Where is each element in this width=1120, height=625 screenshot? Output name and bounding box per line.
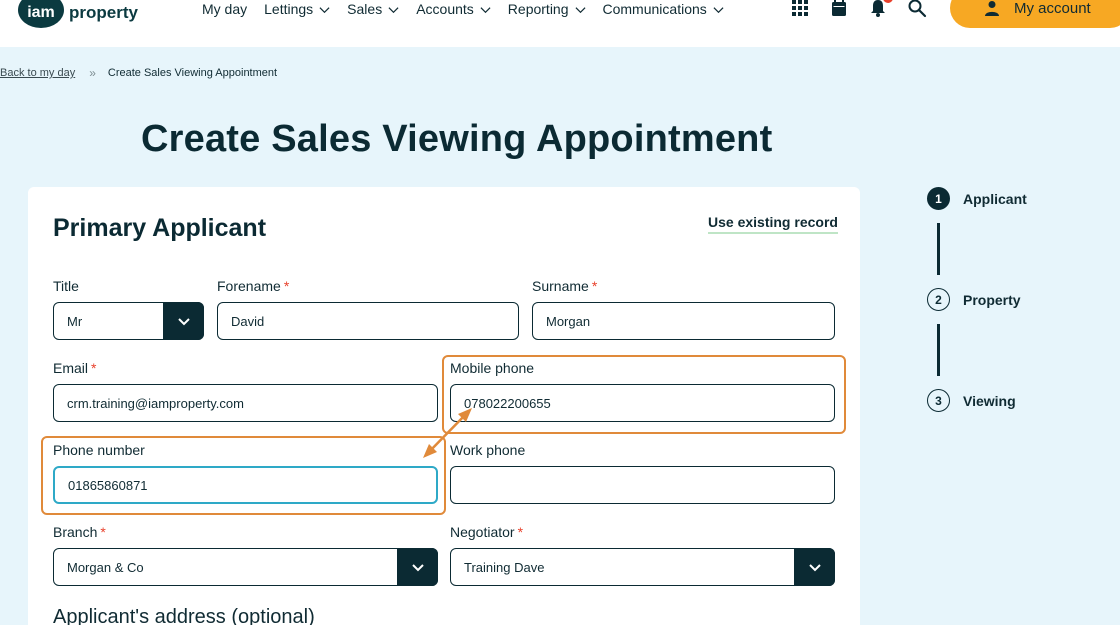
nav-communications[interactable]: Communications — [603, 1, 724, 17]
nav-accounts[interactable]: Accounts — [416, 1, 491, 17]
surname-label: Surname * — [532, 278, 597, 294]
logo-text: property — [69, 3, 138, 22]
negotiator-label-text: Negotiator — [450, 524, 515, 540]
mobile-phone-label-text: Mobile phone — [450, 360, 535, 376]
required-asterisk: * — [283, 278, 290, 294]
required-asterisk: * — [517, 524, 524, 540]
branch-label: Branch * — [53, 524, 106, 540]
title-dropdown-button[interactable] — [163, 302, 204, 340]
negotiator-value: Training Dave — [464, 559, 545, 575]
nav-communications-label: Communications — [602, 1, 707, 17]
chevron-down-icon — [480, 6, 491, 13]
section-title: Primary Applicant — [53, 214, 267, 242]
nav-reporting-label: Reporting — [507, 1, 569, 17]
back-to-my-day-link[interactable]: Back to my day — [0, 67, 75, 79]
step-viewing[interactable]: 3 Viewing — [927, 389, 1016, 412]
phone-number-value: 01865860871 — [68, 477, 148, 493]
chevron-down-icon — [411, 564, 424, 572]
top-navigation-bar: iam property My day Lettings Sales Accou… — [0, 0, 1120, 47]
branch-select[interactable]: Morgan & Co — [53, 548, 438, 586]
nav-reporting[interactable]: Reporting — [508, 1, 586, 17]
nav-my-day-label: My day — [202, 1, 248, 17]
step-number-3: 3 — [927, 389, 950, 412]
negotiator-select[interactable]: Training Dave — [450, 548, 835, 586]
nav-my-day[interactable]: My day — [202, 1, 247, 17]
title-label: Title — [53, 278, 79, 294]
apps-grid-icon[interactable] — [790, 0, 810, 18]
step-label-applicant: Applicant — [963, 190, 1027, 207]
bell-icon[interactable]: 8 — [868, 0, 893, 18]
branch-label-text: Branch — [53, 524, 98, 540]
step-label-viewing: Viewing — [963, 392, 1016, 409]
page-title: Create Sales Viewing Appointment — [141, 118, 773, 160]
branch-dropdown-button[interactable] — [397, 548, 438, 586]
work-phone-label: Work phone — [450, 442, 525, 458]
surname-value: Morgan — [546, 313, 591, 329]
mobile-phone-input[interactable]: 078022200655 — [450, 384, 835, 422]
email-input[interactable]: crm.training@iamproperty.com — [53, 384, 438, 422]
header-icons: 8 — [790, 0, 946, 18]
title-label-text: Title — [53, 278, 79, 294]
title-select-value: Mr — [67, 313, 83, 329]
breadcrumb: Back to my day » Create Sales Viewing Ap… — [0, 66, 277, 80]
nav-lettings[interactable]: Lettings — [264, 1, 330, 17]
applicant-address-heading: Applicant's address (optional) — [53, 606, 315, 625]
surname-input[interactable]: Morgan — [532, 302, 835, 340]
work-phone-input[interactable] — [450, 466, 835, 504]
email-label-text: Email — [53, 360, 89, 376]
step-property[interactable]: 2 Property — [927, 288, 1021, 311]
required-asterisk: * — [100, 524, 106, 540]
chevron-down-icon — [177, 318, 190, 326]
main-nav: My day Lettings Sales Accounts Reporting… — [202, 0, 741, 18]
iam-property-logo[interactable]: iam property — [18, 0, 138, 30]
breadcrumb-current: Create Sales Viewing Appointment — [107, 67, 278, 79]
mobile-phone-label: Mobile phone — [450, 360, 534, 376]
forename-label-text: Forename — [217, 278, 281, 294]
branch-value: Morgan & Co — [67, 559, 144, 575]
step-connector — [937, 324, 940, 376]
my-account-button[interactable]: My account — [950, 0, 1120, 28]
email-value: crm.training@iamproperty.com — [67, 395, 244, 411]
chevron-down-icon — [574, 6, 586, 13]
step-connector — [937, 223, 940, 275]
nav-sales[interactable]: Sales — [347, 1, 399, 17]
chevron-down-icon — [388, 6, 399, 13]
chevron-down-icon — [808, 564, 821, 572]
nav-accounts-label: Accounts — [416, 1, 474, 17]
forename-value: David — [231, 313, 265, 329]
phone-number-label-text: Phone number — [53, 442, 145, 458]
breadcrumb-separator: » — [89, 66, 96, 80]
step-number-1: 1 — [927, 187, 950, 210]
logo-badge: iam — [18, 0, 64, 28]
title-select[interactable]: Mr — [53, 302, 204, 340]
step-applicant[interactable]: 1 Applicant — [927, 187, 1027, 210]
nav-lettings-label: Lettings — [264, 1, 314, 17]
forename-label: Forename * — [217, 278, 289, 294]
work-phone-label-text: Work phone — [450, 442, 526, 458]
surname-label-text: Surname — [532, 278, 589, 294]
required-asterisk: * — [591, 278, 598, 294]
email-label: Email * — [53, 360, 96, 376]
step-label-property: Property — [963, 291, 1021, 308]
required-asterisk: * — [91, 360, 97, 376]
negotiator-label: Negotiator * — [450, 524, 523, 540]
forename-input[interactable]: David — [217, 302, 519, 340]
chevron-down-icon — [713, 6, 724, 13]
step-number-2: 2 — [927, 288, 950, 311]
my-account-label: My account — [1014, 0, 1091, 17]
person-icon — [985, 1, 999, 16]
use-existing-record-link[interactable]: Use existing record — [708, 214, 838, 234]
negotiator-dropdown-button[interactable] — [794, 548, 835, 586]
phone-number-label: Phone number — [53, 442, 145, 458]
nav-sales-label: Sales — [347, 1, 383, 17]
chevron-down-icon — [319, 6, 330, 13]
calendar-icon[interactable] — [829, 0, 849, 18]
phone-number-input[interactable]: 01865860871 — [53, 466, 438, 504]
mobile-phone-value: 078022200655 — [464, 395, 551, 411]
search-icon[interactable] — [907, 0, 927, 18]
